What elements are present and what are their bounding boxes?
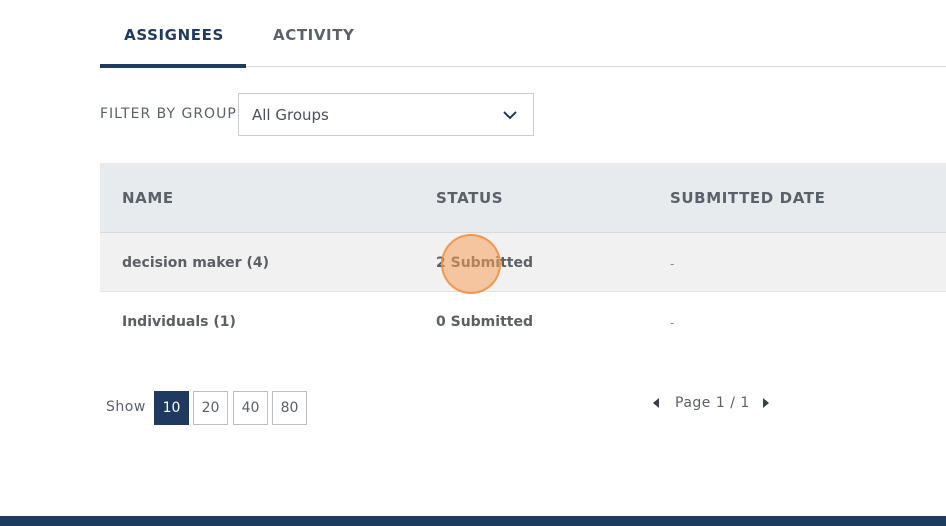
group-filter-select[interactable]: All Groups [238,93,534,136]
assignees-table: NAME STATUS SUBMITTED DATE decision make… [100,163,946,351]
page-size-10-button[interactable]: 10 [154,391,189,425]
column-header-status[interactable]: STATUS [436,189,503,207]
row-submitted-date: - [670,257,675,271]
tab-assignees[interactable]: ASSIGNEES [100,26,246,68]
show-label: Show [106,399,146,415]
page-size-20-button[interactable]: 20 [193,391,228,425]
row-submitted-date: - [670,316,675,330]
row-status[interactable]: 0 Submitted [436,314,533,330]
chevron-down-icon [503,111,517,120]
page-size-40-button[interactable]: 40 [233,391,268,425]
row-name[interactable]: Individuals (1) [122,314,236,330]
group-filter-value: All Groups [252,106,329,124]
column-header-submitted-date[interactable]: SUBMITTED DATE [670,189,825,207]
row-status[interactable]: 2 Submitted [436,255,533,271]
tab-bar: ASSIGNEES ACTIVITY [100,0,946,68]
caret-left-icon[interactable] [653,398,659,408]
tab-activity[interactable]: ACTIVITY [273,26,355,44]
row-name[interactable]: decision maker (4) [122,255,269,271]
table-row[interactable]: decision maker (4) 2 Submitted - [100,233,946,292]
column-header-name[interactable]: NAME [122,189,174,207]
filter-by-group-label: FILTER BY GROUP [100,106,237,122]
page-size-80-button[interactable]: 80 [272,391,307,425]
table-header: NAME STATUS SUBMITTED DATE [100,163,946,233]
page-indicator: Page 1 / 1 [675,395,750,411]
caret-right-icon[interactable] [763,398,769,408]
footer-bar [0,516,946,526]
table-row[interactable]: Individuals (1) 0 Submitted - [100,292,946,351]
